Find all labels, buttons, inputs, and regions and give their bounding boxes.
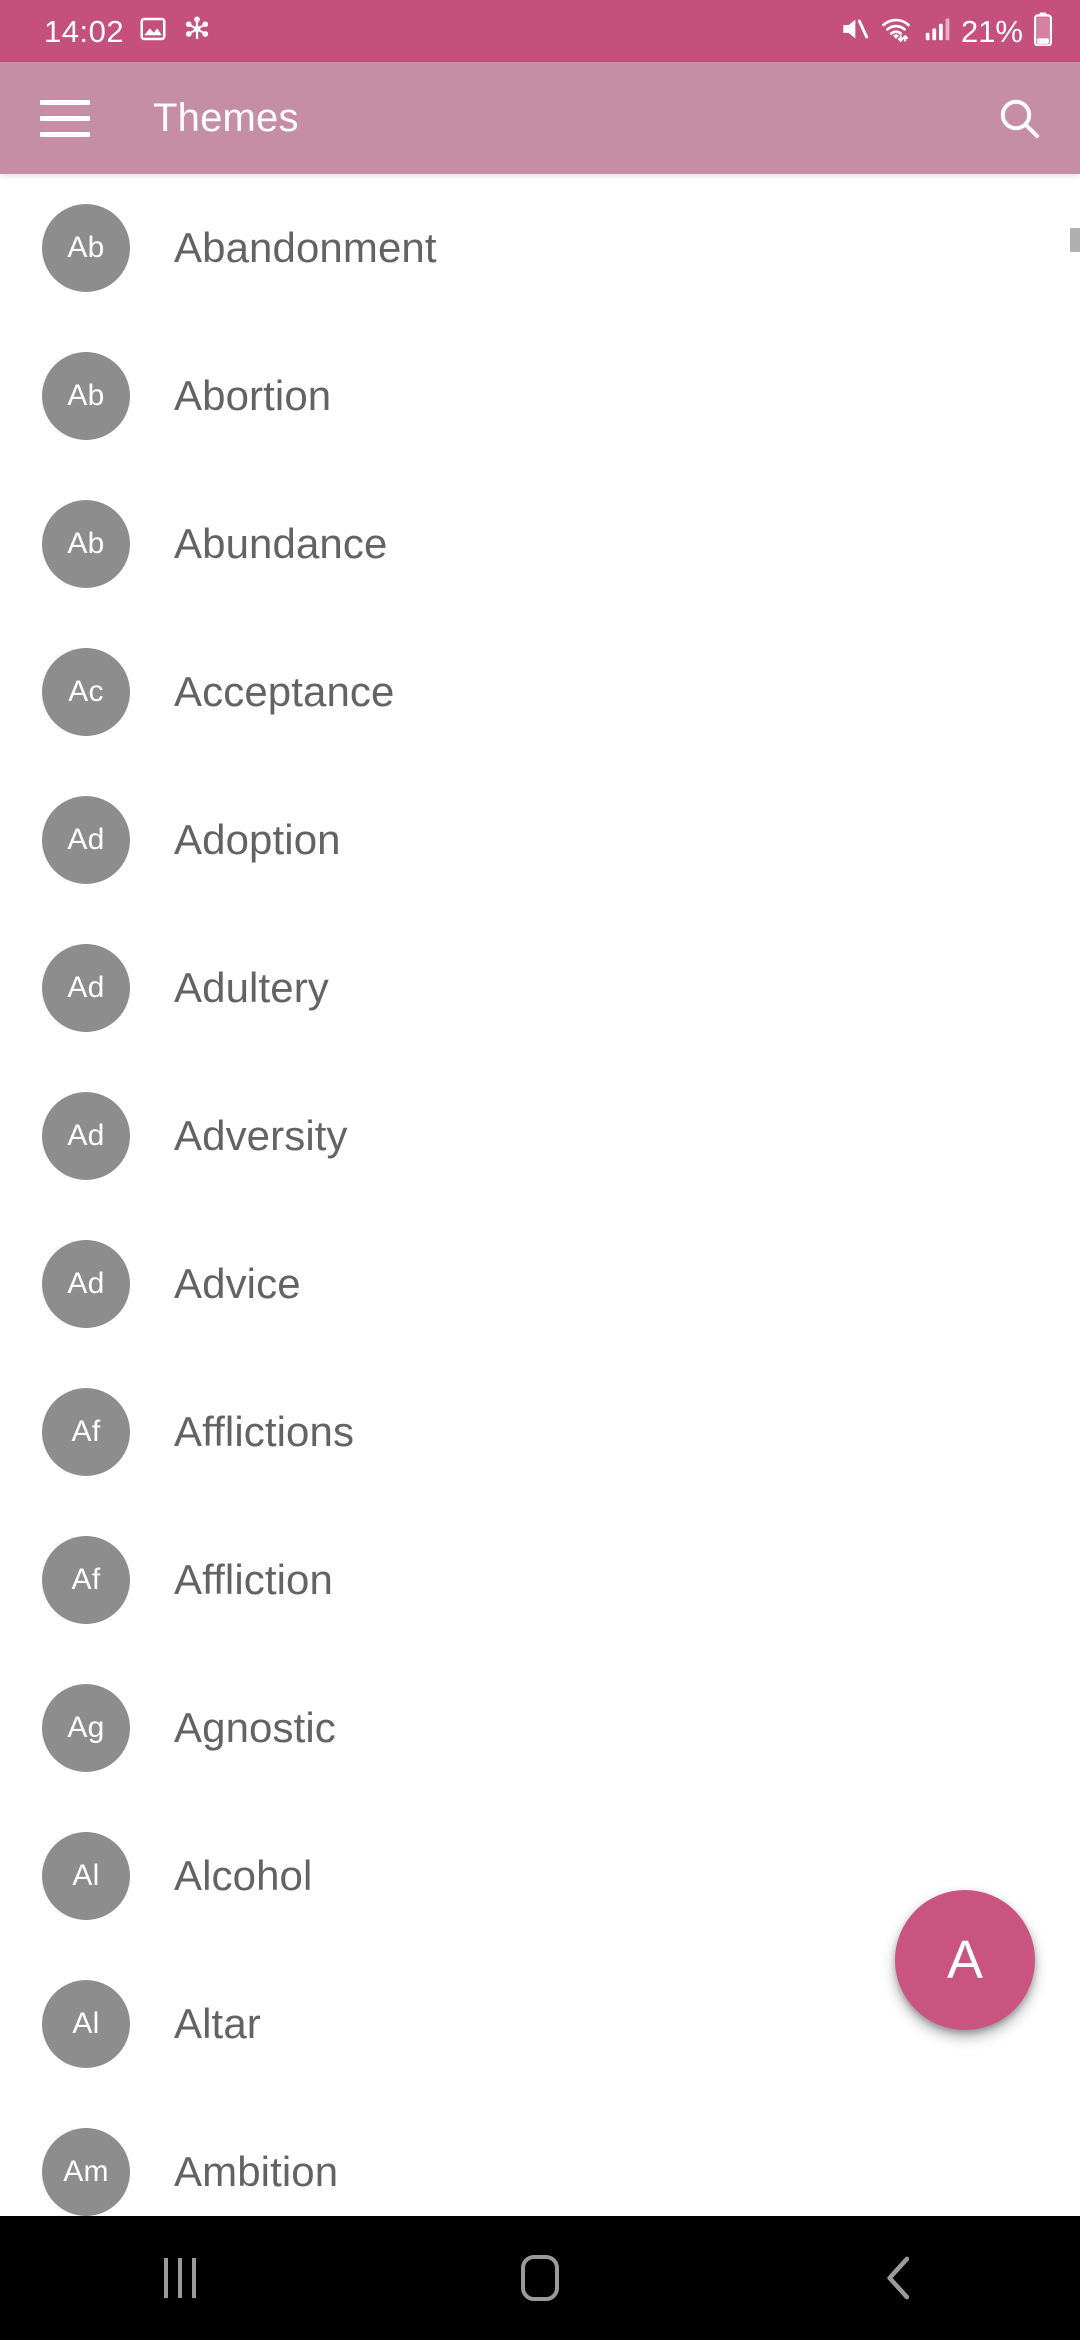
hamburger-line bbox=[40, 115, 90, 121]
alphabet-index-fab[interactable]: A bbox=[895, 1890, 1035, 2030]
page-title: Themes bbox=[153, 95, 299, 140]
list-item-label: Afflictions bbox=[174, 1408, 355, 1455]
list-item-label: Abortion bbox=[174, 372, 332, 419]
search-icon[interactable] bbox=[988, 87, 1050, 149]
android-navigation-bar bbox=[0, 2216, 1080, 2340]
wifi-icon bbox=[879, 13, 913, 50]
back-icon bbox=[879, 2252, 921, 2304]
phone-screen: 14:02 21% Themes Ab Abandonment Ab Abort… bbox=[0, 0, 1080, 2340]
recents-bar bbox=[164, 2258, 168, 2298]
back-button[interactable] bbox=[820, 2216, 980, 2340]
avatar: Ad bbox=[42, 1240, 130, 1328]
list-item[interactable]: Ab Abandonment bbox=[0, 174, 1080, 322]
home-icon bbox=[521, 2255, 559, 2301]
list-item-label: Agnostic bbox=[174, 1704, 336, 1751]
recents-button[interactable] bbox=[100, 2216, 260, 2340]
list-item[interactable]: Ag Agnostic bbox=[0, 1654, 1080, 1802]
avatar: Af bbox=[42, 1536, 130, 1624]
list-item[interactable]: Ad Adoption bbox=[0, 766, 1080, 914]
status-bar-clock: 14:02 bbox=[44, 13, 125, 49]
list-item-label: Adultery bbox=[174, 964, 329, 1011]
avatar: Ag bbox=[42, 1684, 130, 1772]
list-item-label: Advice bbox=[174, 1260, 301, 1307]
snowflake-icon bbox=[182, 14, 212, 49]
status-bar-right-group: 21% bbox=[838, 12, 1054, 51]
avatar: Ad bbox=[42, 944, 130, 1032]
avatar: Ac bbox=[42, 648, 130, 736]
list-item-label: Ambition bbox=[174, 2148, 339, 2195]
avatar: Ad bbox=[42, 1092, 130, 1180]
avatar: Ab bbox=[42, 500, 130, 588]
signal-icon bbox=[922, 14, 952, 49]
list-item-label: Alcohol bbox=[174, 1852, 313, 1899]
recents-icon bbox=[164, 2258, 196, 2298]
list-item-label: Adoption bbox=[174, 816, 341, 863]
list-item-label: Affliction bbox=[174, 1556, 333, 1603]
list-item[interactable]: Ac Acceptance bbox=[0, 618, 1080, 766]
list-item-label: Altar bbox=[174, 2000, 261, 2047]
list-item[interactable]: Af Afflictions bbox=[0, 1358, 1080, 1506]
mute-icon bbox=[838, 13, 870, 50]
list-item[interactable]: Ab Abundance bbox=[0, 470, 1080, 618]
recents-bar bbox=[178, 2258, 182, 2298]
battery-icon bbox=[1032, 12, 1054, 51]
hamburger-menu-icon[interactable] bbox=[34, 87, 96, 149]
fab-label: A bbox=[946, 1930, 984, 1990]
avatar: Al bbox=[42, 1980, 130, 2068]
list-item-label: Acceptance bbox=[174, 668, 395, 715]
home-button[interactable] bbox=[460, 2216, 620, 2340]
hamburger-line bbox=[40, 99, 90, 105]
hamburger-line bbox=[40, 131, 90, 137]
avatar: Ad bbox=[42, 796, 130, 884]
avatar: Am bbox=[42, 2128, 130, 2216]
list-item-label: Adversity bbox=[174, 1112, 348, 1159]
status-bar: 14:02 21% bbox=[0, 0, 1080, 62]
list-item-label: Abundance bbox=[174, 520, 388, 567]
app-bar: Themes bbox=[0, 62, 1080, 174]
list-item[interactable]: Af Affliction bbox=[0, 1506, 1080, 1654]
avatar: Al bbox=[42, 1832, 130, 1920]
battery-percent-label: 21% bbox=[960, 13, 1023, 49]
avatar: Ab bbox=[42, 204, 130, 292]
avatar: Ab bbox=[42, 352, 130, 440]
scrollbar-thumb[interactable] bbox=[1070, 228, 1080, 252]
list-item[interactable]: Ad Adversity bbox=[0, 1062, 1080, 1210]
list-item[interactable]: Ad Advice bbox=[0, 1210, 1080, 1358]
list-item-label: Abandonment bbox=[174, 224, 437, 271]
list-item[interactable]: Am Ambition bbox=[0, 2098, 1080, 2216]
image-icon bbox=[138, 14, 168, 49]
recents-bar bbox=[192, 2258, 196, 2298]
avatar: Af bbox=[42, 1388, 130, 1476]
status-bar-left-group: 14:02 bbox=[44, 14, 212, 49]
list-item[interactable]: Ad Adultery bbox=[0, 914, 1080, 1062]
list-item[interactable]: Ab Abortion bbox=[0, 322, 1080, 470]
